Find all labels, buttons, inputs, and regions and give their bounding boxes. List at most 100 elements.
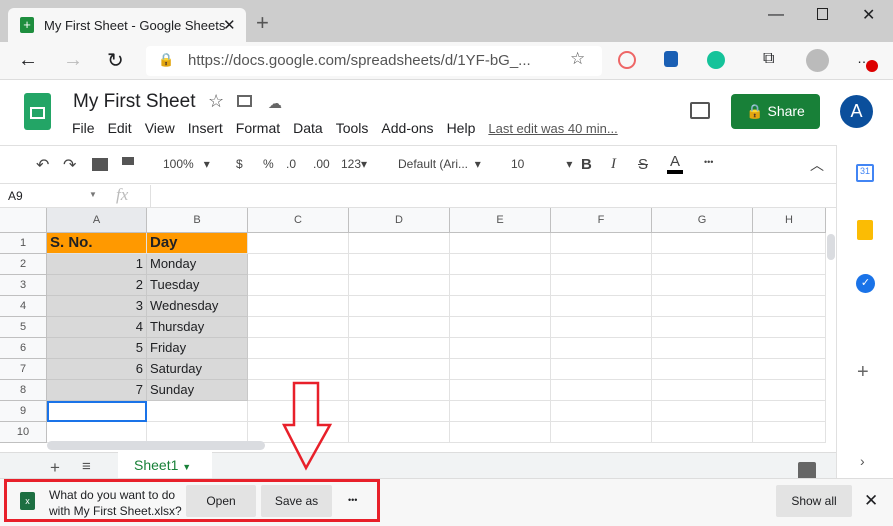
profile-avatar[interactable] xyxy=(806,49,829,72)
last-edit-link[interactable]: Last edit was 40 min... xyxy=(488,121,617,136)
star-icon[interactable]: ☆ xyxy=(208,91,224,112)
cell-A2[interactable]: 1 xyxy=(47,254,147,275)
cell-B1[interactable]: Day xyxy=(147,233,248,254)
doc-title[interactable]: My First Sheet xyxy=(73,91,195,113)
cell-G7[interactable] xyxy=(652,359,753,380)
cell-H1[interactable] xyxy=(753,233,826,254)
more-options-button[interactable]: ••• xyxy=(348,495,357,505)
cell-D10[interactable] xyxy=(349,422,450,443)
cell-B5[interactable]: Thursday xyxy=(147,317,248,338)
cell-A5[interactable]: 4 xyxy=(47,317,147,338)
cell-G6[interactable] xyxy=(652,338,753,359)
cell-B3[interactable]: Tuesday xyxy=(147,275,248,296)
column-header-c[interactable]: C xyxy=(248,208,349,233)
cell-A9[interactable] xyxy=(47,401,147,422)
cell-F2[interactable] xyxy=(551,254,652,275)
undo-icon[interactable]: ↶ xyxy=(36,155,49,175)
print-icon[interactable] xyxy=(92,158,108,171)
cell-A6[interactable]: 5 xyxy=(47,338,147,359)
menu-addons[interactable]: Add-ons xyxy=(381,120,433,136)
back-icon[interactable]: ← xyxy=(18,49,38,72)
column-header-d[interactable]: D xyxy=(349,208,450,233)
cell-H8[interactable] xyxy=(753,380,826,401)
text-color-button[interactable]: A xyxy=(667,153,684,174)
row-header[interactable]: 7 xyxy=(0,359,47,380)
collapse-icon[interactable]: ︿ xyxy=(810,155,824,175)
row-header[interactable]: 3 xyxy=(0,275,47,296)
comments-icon[interactable] xyxy=(690,102,710,119)
cell-C4[interactable] xyxy=(248,296,349,317)
formula-input[interactable] xyxy=(150,185,830,207)
cell-D9[interactable] xyxy=(349,401,450,422)
chevron-down-icon[interactable]: ▼ xyxy=(89,190,97,199)
menu-tools[interactable]: Tools xyxy=(336,120,369,136)
save-as-button[interactable]: Save as xyxy=(261,485,332,517)
cell-G8[interactable] xyxy=(652,380,753,401)
cell-H6[interactable] xyxy=(753,338,826,359)
column-header-h[interactable]: H xyxy=(753,208,826,233)
cell-G9[interactable] xyxy=(652,401,753,422)
cell-F9[interactable] xyxy=(551,401,652,422)
select-all-corner[interactable] xyxy=(0,208,47,233)
cell-E4[interactable] xyxy=(450,296,551,317)
favorite-icon[interactable]: ☆ xyxy=(570,49,585,69)
cell-G1[interactable] xyxy=(652,233,753,254)
cell-E6[interactable] xyxy=(450,338,551,359)
cell-D8[interactable] xyxy=(349,380,450,401)
cell-E8[interactable] xyxy=(450,380,551,401)
row-header[interactable]: 1 xyxy=(0,233,47,254)
collections-icon[interactable]: ⧉ xyxy=(763,50,774,68)
add-addon-icon[interactable]: + xyxy=(857,361,869,384)
currency-button[interactable]: $ xyxy=(236,157,243,171)
cell-G4[interactable] xyxy=(652,296,753,317)
sheet-tab-sheet1[interactable]: Sheet1 ▼ xyxy=(118,452,212,479)
extension-icon[interactable] xyxy=(618,51,636,69)
cell-G3[interactable] xyxy=(652,275,753,296)
strikethrough-button[interactable]: S xyxy=(638,156,648,173)
open-button[interactable]: Open xyxy=(186,485,256,517)
row-header[interactable]: 9 xyxy=(0,401,47,422)
cell-E10[interactable] xyxy=(450,422,551,443)
add-sheet-icon[interactable]: + xyxy=(50,458,60,478)
more-tools-button[interactable]: ••• xyxy=(704,157,713,167)
all-sheets-icon[interactable]: ≡ xyxy=(82,458,91,475)
font-size-select[interactable]: 10 ▾ xyxy=(511,157,572,171)
cell-E9[interactable] xyxy=(450,401,551,422)
cell-H7[interactable] xyxy=(753,359,826,380)
show-all-button[interactable]: Show all xyxy=(776,485,852,517)
browser-tab[interactable]: + My First Sheet - Google Sheets ✕ xyxy=(8,8,246,42)
forward-icon[interactable]: → xyxy=(63,49,83,72)
decrease-decimal-button[interactable]: .0 xyxy=(286,157,296,171)
cell-H3[interactable] xyxy=(753,275,826,296)
cell-A4[interactable]: 3 xyxy=(47,296,147,317)
cell-F3[interactable] xyxy=(551,275,652,296)
menu-help[interactable]: Help xyxy=(447,120,476,136)
sheets-logo[interactable] xyxy=(24,93,51,130)
cell-G10[interactable] xyxy=(652,422,753,443)
cell-C1[interactable] xyxy=(248,233,349,254)
cell-F6[interactable] xyxy=(551,338,652,359)
cell-F1[interactable] xyxy=(551,233,652,254)
column-header-e[interactable]: E xyxy=(450,208,551,233)
cell-B4[interactable]: Wednesday xyxy=(147,296,248,317)
menu-view[interactable]: View xyxy=(145,120,175,136)
cell-C3[interactable] xyxy=(248,275,349,296)
close-window-icon[interactable]: ✕ xyxy=(862,5,875,25)
horizontal-scrollbar[interactable] xyxy=(47,441,265,450)
cell-H9[interactable] xyxy=(753,401,826,422)
row-header[interactable]: 6 xyxy=(0,338,47,359)
italic-button[interactable]: I xyxy=(611,156,616,173)
new-tab-icon[interactable]: + xyxy=(256,10,269,36)
cell-C5[interactable] xyxy=(248,317,349,338)
cell-E7[interactable] xyxy=(450,359,551,380)
cell-D4[interactable] xyxy=(349,296,450,317)
cell-G5[interactable] xyxy=(652,317,753,338)
column-header-b[interactable]: B xyxy=(147,208,248,233)
cell-D2[interactable] xyxy=(349,254,450,275)
cell-G2[interactable] xyxy=(652,254,753,275)
cell-A7[interactable]: 6 xyxy=(47,359,147,380)
zoom-select[interactable]: 100% ▾ xyxy=(163,157,210,171)
cell-H2[interactable] xyxy=(753,254,826,275)
increase-decimal-button[interactable]: .00 xyxy=(313,157,330,171)
number-format-select[interactable]: 123▾ xyxy=(341,157,367,171)
